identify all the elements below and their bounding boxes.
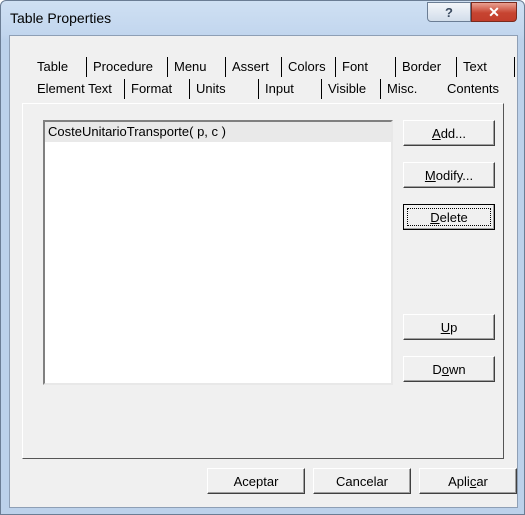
tab-input[interactable]: Input	[259, 79, 322, 99]
tab-menu[interactable]: Menu	[168, 57, 226, 77]
ok-button[interactable]: Aceptar	[207, 468, 305, 494]
modify-label-post: odify...	[435, 167, 474, 183]
apply-label-pre: Apli	[448, 473, 470, 489]
delete-button[interactable]: Delete	[403, 204, 495, 230]
tab-contents[interactable]: Contents	[441, 79, 511, 104]
tab-element-text[interactable]: Element Text	[31, 79, 125, 99]
close-icon: ✕	[488, 3, 500, 20]
close-button[interactable]: ✕	[471, 2, 517, 22]
up-button[interactable]: Up	[403, 314, 495, 340]
modify-label-key: M	[424, 167, 436, 183]
add-label-key: A	[432, 125, 441, 141]
delete-label-post: elete	[439, 209, 468, 225]
tab-misc[interactable]: Misc.	[381, 79, 441, 99]
tab-colors[interactable]: Colors	[282, 57, 336, 77]
tab-text[interactable]: Text	[457, 57, 515, 77]
add-label-post: dd...	[440, 125, 466, 141]
apply-label-post: ar	[476, 473, 488, 489]
window-title: Table Properties	[10, 10, 112, 26]
delete-label-key: D	[430, 209, 440, 225]
help-button[interactable]: ?	[427, 2, 471, 22]
down-label-key: o	[441, 361, 449, 377]
title-bar[interactable]: Table Properties ? ✕	[1, 1, 524, 35]
list-item[interactable]: CosteUnitarioTransporte( p, c )	[45, 122, 391, 142]
tab-visible[interactable]: Visible	[322, 79, 381, 99]
tab-font[interactable]: Font	[336, 57, 396, 77]
dialog-window: Table Properties ? ✕ Table Procedure Men…	[0, 0, 525, 515]
down-label-pre: D	[432, 361, 442, 377]
down-button[interactable]: Do wn	[403, 356, 495, 382]
down-label-post: wn	[449, 361, 466, 377]
add-button[interactable]: Add...	[403, 120, 495, 146]
modify-button[interactable]: Modify...	[403, 162, 495, 188]
contents-listbox[interactable]: CosteUnitarioTransporte( p, c )	[43, 120, 393, 385]
apply-button[interactable]: Apli c ar	[419, 468, 517, 494]
tab-assert[interactable]: Assert	[226, 57, 282, 77]
up-label-key: U	[440, 319, 451, 335]
tab-procedure[interactable]: Procedure	[87, 57, 168, 77]
up-label-post: p	[450, 319, 458, 335]
cancel-button[interactable]: Cancelar	[313, 468, 411, 494]
help-icon: ?	[445, 4, 453, 20]
tab-format[interactable]: Format	[125, 79, 190, 99]
tab-border[interactable]: Border	[396, 57, 457, 77]
tab-units[interactable]: Units	[190, 79, 259, 99]
tab-table[interactable]: Table	[31, 57, 87, 77]
